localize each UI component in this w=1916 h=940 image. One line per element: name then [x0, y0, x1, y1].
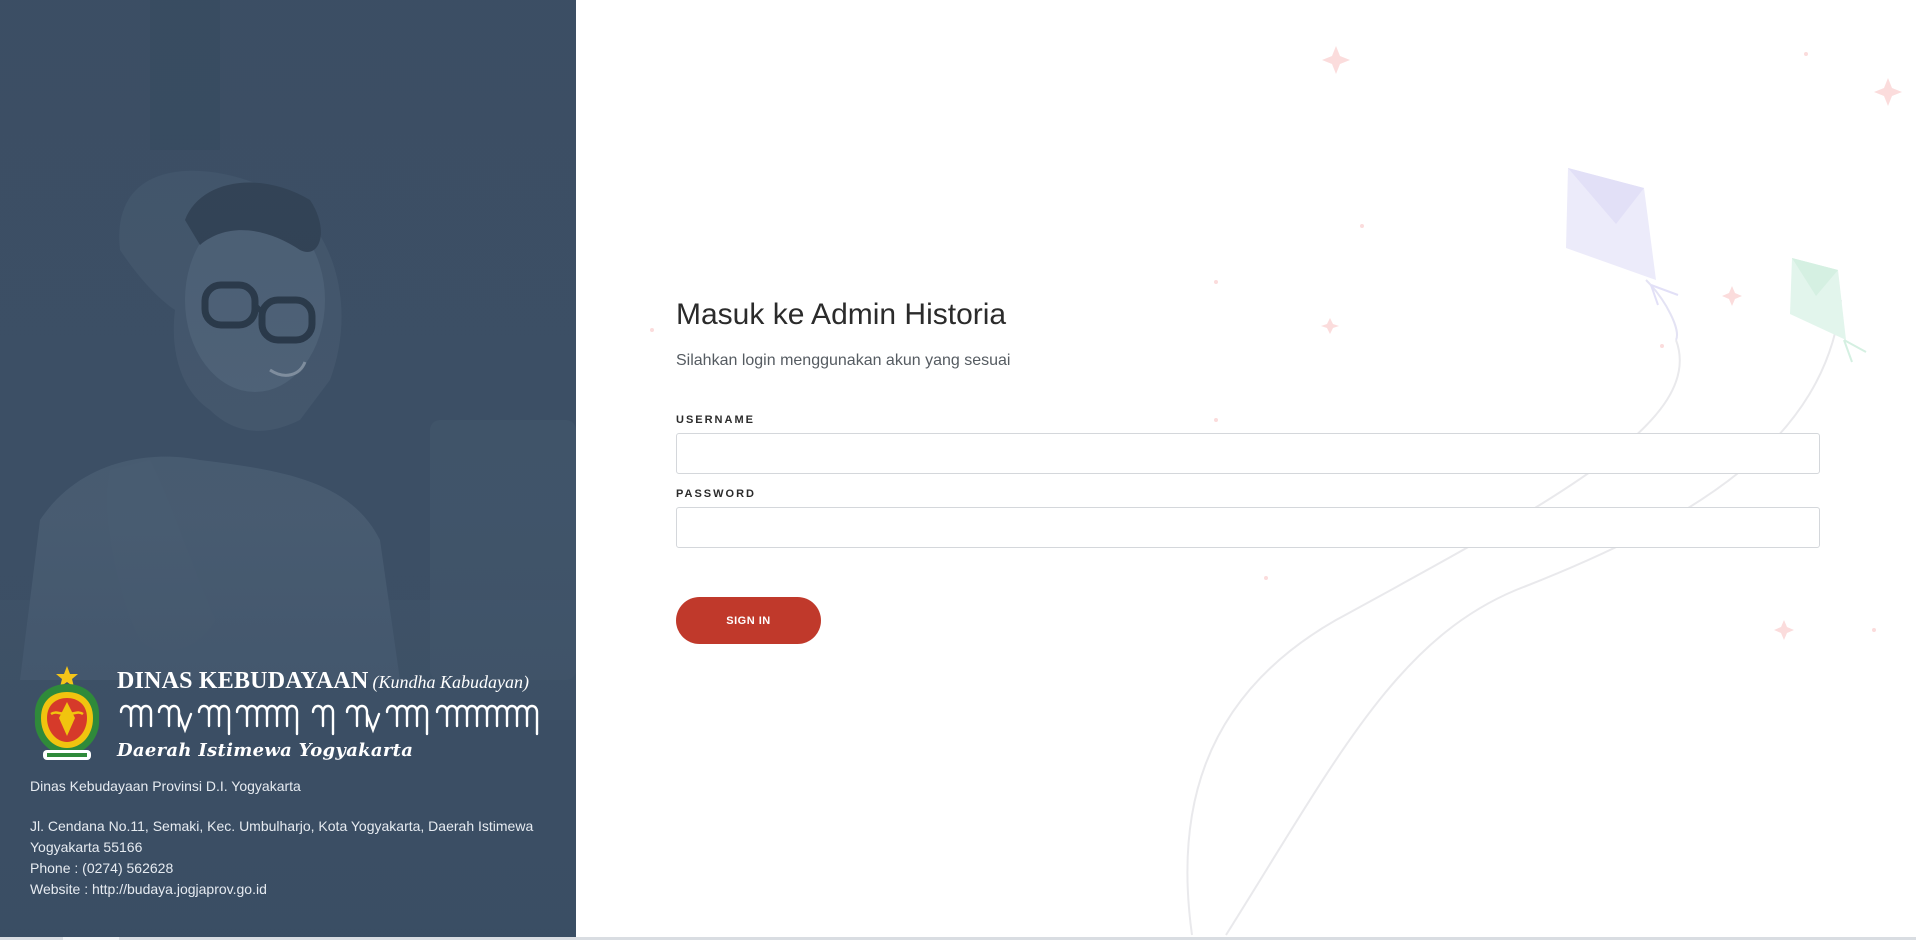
org-phone: Phone : (0274) 562628 [30, 860, 174, 876]
sign-in-button[interactable]: SIGN IN [676, 597, 821, 644]
brand-title-main: DINAS KEBUDAYAAN [117, 668, 369, 694]
org-name: Dinas Kebudayaan Provinsi D.I. Yogyakart… [30, 778, 301, 794]
org-website: Website : http://budaya.jogjaprov.go.id [30, 881, 267, 897]
username-label: Username [676, 414, 755, 426]
login-subtitle: Silahkan login menggunakan akun yang ses… [676, 352, 1011, 369]
password-label: Password [676, 488, 756, 500]
login-title: Masuk ke Admin Historia [676, 298, 1007, 331]
login-form: Masuk ke Admin Historia Silahkan login m… [676, 294, 1820, 644]
purple-kite-icon [1566, 168, 1679, 306]
javanese-script-logo [119, 704, 539, 736]
left-panel: DINAS KEBUDAYAAN (Kundha Kabudayan) Daera… [0, 0, 576, 940]
brand-title: DINAS KEBUDAYAAN (Kundha Kabudayan) [117, 668, 529, 695]
password-input[interactable] [676, 507, 1820, 548]
agency-brand: DINAS KEBUDAYAAN (Kundha Kabudayan) Daera… [29, 666, 549, 766]
brand-region: Daerah Istimewa Yogyakarta [117, 740, 414, 761]
username-input[interactable] [676, 433, 1820, 474]
organization-info: Dinas Kebudayaan Provinsi D.I. Yogyakart… [30, 776, 550, 900]
org-address: Jl. Cendana No.11, Semaki, Kec. Umbulhar… [30, 818, 534, 855]
login-page: DINAS KEBUDAYAAN (Kundha Kabudayan) Daera… [0, 0, 1916, 940]
yogyakarta-seal-logo [34, 666, 100, 760]
brand-title-sub: (Kundha Kabudayan) [372, 672, 530, 692]
